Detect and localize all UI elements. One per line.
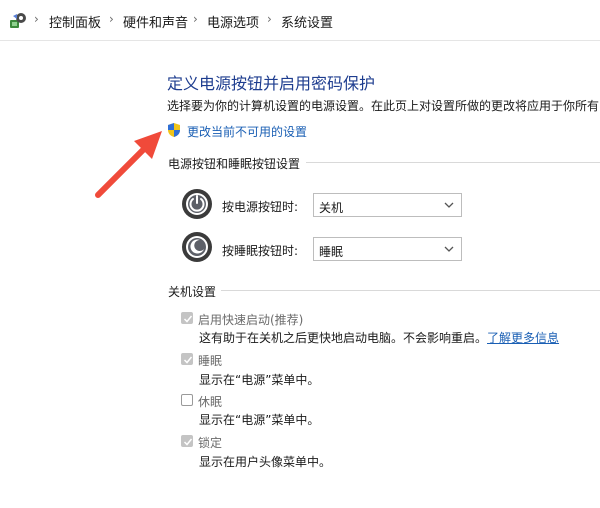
breadcrumb-separator: › <box>267 12 272 26</box>
fast-startup-label: 启用快速启动(推荐) <box>198 313 304 327</box>
control-panel-icon[interactable] <box>8 11 28 31</box>
checkmark-icon <box>183 356 193 364</box>
lock-checkbox[interactable] <box>181 435 193 447</box>
sleep-button-label: 按睡眠按钮时: <box>222 244 299 258</box>
power-buttons-section-header: 电源按钮和睡眠按钮设置 <box>168 157 301 171</box>
annotation-arrow <box>95 131 162 198</box>
lock-description: 显示在用户头像菜单中。 <box>199 455 332 469</box>
sleep-description: 显示在“电源”菜单中。 <box>199 373 320 387</box>
sleep-button-action-value: 睡眠 <box>319 245 344 259</box>
chevron-down-icon <box>444 246 454 252</box>
hibernate-label: 休眠 <box>198 395 223 409</box>
section-divider <box>306 162 600 163</box>
breadcrumb-system-settings[interactable]: 系统设置 <box>281 12 333 31</box>
breadcrumb-separator: › <box>193 12 198 26</box>
section-divider <box>221 290 600 291</box>
hibernate-description: 显示在“电源”菜单中。 <box>199 413 320 427</box>
change-unavailable-settings-link[interactable]: 更改当前不可用的设置 <box>187 123 307 140</box>
sleep-checkbox[interactable] <box>181 353 193 365</box>
shutdown-section-header: 关机设置 <box>168 285 217 299</box>
checkmark-icon <box>183 438 193 446</box>
breadcrumb-power-options[interactable]: 电源选项 <box>207 12 259 31</box>
sleep-button-icon <box>182 232 212 262</box>
power-button-label: 按电源按钮时: <box>222 200 299 214</box>
lock-label: 锁定 <box>198 436 223 450</box>
fast-startup-desc-text: 这有助于在关机之后更快地启动电脑。不会影响重启。 <box>199 331 488 345</box>
fast-startup-checkbox[interactable] <box>181 312 193 324</box>
chevron-down-icon <box>444 202 454 208</box>
breadcrumb-control-panel[interactable]: 控制面板 <box>49 12 101 31</box>
checkmark-icon <box>183 315 193 323</box>
breadcrumb: › 控制面板 › 硬件和声音 › 电源选项 › 系统设置 <box>0 0 600 41</box>
power-button-icon <box>182 189 212 219</box>
breadcrumb-separator: › <box>34 12 39 26</box>
power-button-action-value: 关机 <box>319 201 344 215</box>
sleep-button-action-select[interactable]: 睡眠 <box>313 237 462 261</box>
page-title: 定义电源按钮并启用密码保护 <box>167 74 376 93</box>
power-button-action-select[interactable]: 关机 <box>313 193 462 217</box>
breadcrumb-hardware-sound[interactable]: 硬件和声音 <box>123 12 188 31</box>
learn-more-link[interactable]: 了解更多信息 <box>487 331 559 345</box>
page-description: 选择要为你的计算机设置的电源设置。在此页上对设置所做的更改将应用于你所有的 <box>167 99 600 113</box>
fast-startup-description: 这有助于在关机之后更快地启动电脑。不会影响重启。了解更多信息 <box>199 329 559 346</box>
hibernate-checkbox[interactable] <box>181 394 193 406</box>
sleep-label: 睡眠 <box>198 354 223 368</box>
breadcrumb-separator: › <box>109 12 114 26</box>
